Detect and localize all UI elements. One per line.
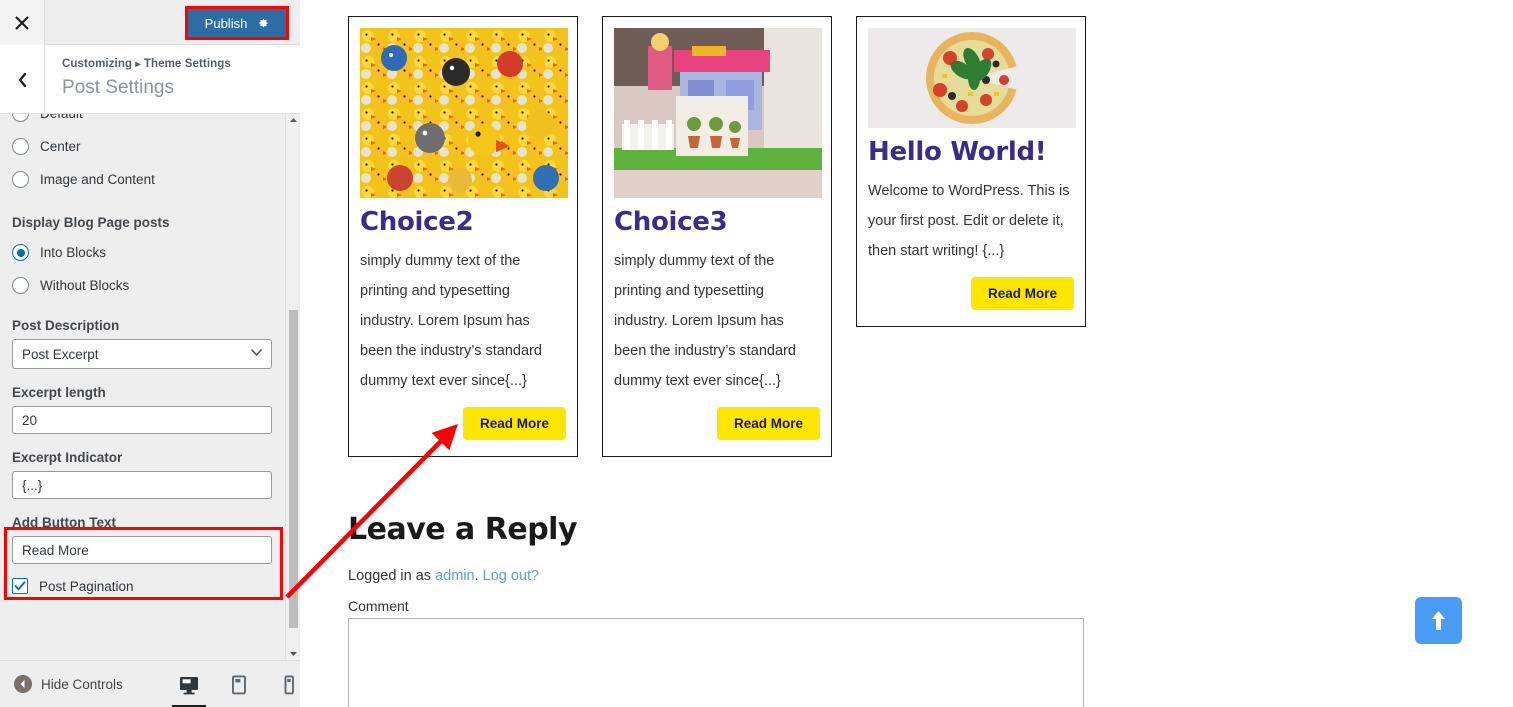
sidebar-header: Customizing ▸ Theme Settings Post Settin… (0, 45, 300, 114)
post-pagination-label: Post Pagination (39, 578, 134, 594)
radio-default[interactable] (12, 114, 29, 122)
sidebar-scrollbar[interactable] (285, 114, 299, 660)
scroll-to-top-button[interactable] (1415, 597, 1462, 644)
breadcrumb-parent: Theme Settings (143, 58, 231, 70)
radio-row-image-and-content[interactable]: Image and Content (12, 163, 276, 196)
publish-button-label: Publish (204, 15, 248, 31)
device-tablet-button[interactable] (228, 674, 250, 696)
excerpt-indicator-input[interactable] (12, 471, 272, 499)
device-preview-buttons (172, 661, 300, 707)
logged-in-prefix: Logged in as (348, 568, 436, 584)
collapse-left-icon (14, 675, 32, 693)
post-card-excerpt: Welcome to WordPress. This is your first… (868, 182, 1070, 259)
display-blog-posts-title: Display Blog Page posts (12, 215, 170, 230)
post-description-select[interactable]: Post Excerpt (12, 339, 272, 369)
post-thumbnail-rubber-ducks (360, 28, 568, 198)
add-button-text-label: Add Button Text (12, 515, 116, 530)
publish-highlight-box: Publish (185, 6, 289, 40)
logged-in-user-link[interactable]: admin (435, 568, 475, 584)
post-card[interactable]: Choice3 simply dummy text of the printin… (602, 16, 832, 457)
breadcrumb-separator-icon: ▸ (135, 59, 141, 70)
close-icon (15, 15, 29, 30)
radio-center[interactable] (12, 138, 29, 155)
sidebar-scroll-area: Default Center Image and Content Display… (0, 114, 300, 660)
radio-label-center: Center (40, 139, 81, 154)
radio-without-blocks[interactable] (12, 277, 29, 294)
radio-label-image-and-content: Image and Content (40, 172, 155, 187)
logged-in-suffix: . (474, 568, 483, 584)
post-card[interactable]: Hello World! Welcome to WordPress. This … (856, 16, 1086, 327)
add-button-text-input[interactable] (12, 536, 272, 564)
sidebar-scrollbar-thumb[interactable] (289, 310, 298, 628)
breadcrumb-root: Customizing (62, 58, 133, 70)
close-customizer-button[interactable] (0, 0, 45, 45)
post-card-excerpt: simply dummy text of the printing and ty… (614, 252, 796, 389)
comment-textarea[interactable] (348, 618, 1084, 707)
hide-controls-button[interactable]: Hide Controls (14, 675, 123, 693)
radio-label-into-blocks: Into Blocks (40, 245, 107, 260)
scroll-down-arrow-icon[interactable] (289, 649, 298, 658)
radio-row-center[interactable]: Center (12, 130, 276, 163)
gear-icon (259, 18, 269, 27)
radio-label-default: Default (40, 114, 83, 121)
read-more-button[interactable]: Read More (462, 406, 566, 440)
scroll-up-arrow-icon[interactable] (289, 116, 298, 125)
post-card-title: Choice3 (614, 207, 728, 237)
check-icon (14, 581, 26, 591)
device-desktop-button[interactable] (172, 674, 206, 707)
post-thumbnail-pizza (868, 28, 1076, 128)
leave-a-reply-heading: Leave a Reply (348, 512, 578, 547)
customizer-sidebar: Publish Customizing ▸ Theme Settings Pos… (0, 0, 300, 707)
radio-label-without-blocks: Without Blocks (40, 278, 130, 293)
post-card-title: Choice2 (360, 207, 474, 237)
publish-button[interactable]: Publish (188, 9, 286, 37)
breadcrumb: Customizing ▸ Theme Settings (62, 58, 231, 70)
arrow-up-icon (1432, 611, 1445, 630)
tablet-icon (232, 674, 246, 694)
site-preview: Choice2 simply dummy text of the printin… (301, 0, 1513, 707)
chevron-left-icon (18, 72, 26, 87)
post-card-title: Hello World! (868, 137, 1047, 167)
back-button[interactable] (0, 45, 45, 114)
radio-row-without-blocks[interactable]: Without Blocks (12, 269, 276, 302)
comment-label: Comment (348, 598, 409, 614)
radio-row-into-blocks[interactable]: Into Blocks (12, 236, 276, 269)
radio-row-default[interactable]: Default (12, 114, 276, 130)
radio-into-blocks[interactable] (12, 244, 29, 261)
sidebar-topbar: Publish (0, 0, 300, 45)
log-out-link[interactable]: Log out? (483, 568, 539, 584)
post-thumbnail-lego-house (614, 28, 822, 198)
excerpt-length-input[interactable] (12, 406, 272, 434)
post-description-label: Post Description (12, 318, 120, 333)
logged-in-notice: Logged in as admin. Log out? (348, 568, 539, 584)
hide-controls-label: Hide Controls (41, 676, 123, 692)
excerpt-length-label: Excerpt length (12, 385, 106, 400)
post-card-grid: Choice2 simply dummy text of the printin… (348, 16, 1086, 457)
read-more-button[interactable]: Read More (970, 276, 1074, 310)
excerpt-indicator-label: Excerpt Indicator (12, 450, 123, 465)
post-pagination-row[interactable]: Post Pagination (12, 578, 276, 594)
read-more-button[interactable]: Read More (716, 406, 820, 440)
post-card-excerpt: simply dummy text of the printing and ty… (360, 252, 542, 389)
desktop-icon (180, 676, 198, 694)
page-title: Post Settings (62, 77, 174, 98)
device-mobile-button[interactable] (278, 674, 300, 696)
post-pagination-checkbox[interactable] (12, 578, 28, 594)
post-card[interactable]: Choice2 simply dummy text of the printin… (348, 16, 578, 457)
mobile-icon (284, 674, 294, 694)
sidebar-footer: Hide Controls (0, 660, 300, 707)
radio-image-and-content[interactable] (12, 171, 29, 188)
